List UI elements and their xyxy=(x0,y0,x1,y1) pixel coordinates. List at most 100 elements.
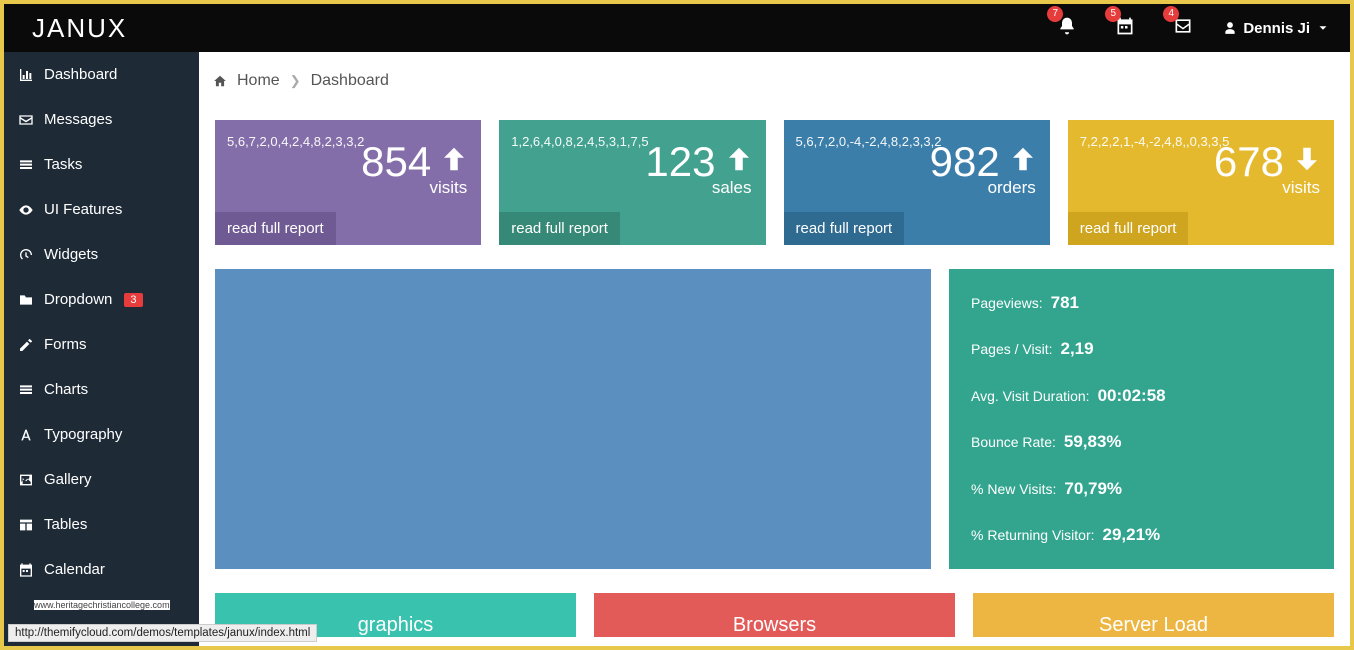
metric-line: Avg. Visit Duration: 00:02:58 xyxy=(971,386,1312,406)
sidebar-item-dropdown[interactable]: Dropdown 3 xyxy=(4,277,199,322)
bottom-card-browsers[interactable]: Browsers xyxy=(594,593,955,637)
stat-card-orders-2: 5,6,7,2,0,-4,-2,4,8,2,3,3,2 982 orders r… xyxy=(784,120,1050,245)
home-icon xyxy=(213,74,227,88)
read-report-link[interactable]: read full report xyxy=(215,212,336,245)
stat-value: 678 xyxy=(1214,138,1284,186)
sparkline-values: 7,2,2,2,1,-4,-2,4,8,,0,3,3,5 xyxy=(1080,134,1322,149)
metric-line: Pageviews: 781 xyxy=(971,293,1312,313)
inbox-badge: 4 xyxy=(1163,6,1179,22)
metric-line: % New Visits: 70,79% xyxy=(971,479,1312,499)
bottom-card-title: graphics xyxy=(358,614,434,637)
credit-text: www.heritagechristiancollege.com xyxy=(34,600,170,610)
caret-down-icon xyxy=(1316,21,1330,35)
arrow-up-icon xyxy=(1008,144,1038,179)
sidebar-item-forms[interactable]: Forms xyxy=(4,322,199,367)
dashboard-icon xyxy=(18,247,34,263)
bell-badge: 7 xyxy=(1047,6,1063,22)
arrow-up-icon xyxy=(439,144,469,179)
brand-logo[interactable]: JANUX xyxy=(4,13,155,44)
stat-row: 5,6,7,2,0,4,2,4,8,2,3,3,2 854 visits rea… xyxy=(215,120,1334,245)
sidebar-item-label: Charts xyxy=(44,381,88,398)
sidebar-item-messages[interactable]: Messages xyxy=(4,97,199,142)
stat-label: visits xyxy=(1282,178,1320,198)
metric-value: 29,21% xyxy=(1103,525,1161,545)
sidebar-item-label: Messages xyxy=(44,111,112,128)
sidebar-item-label: Forms xyxy=(44,336,87,353)
stat-card-visits-3: 7,2,2,2,1,-4,-2,4,8,,0,3,3,5 678 visits … xyxy=(1068,120,1334,245)
sidebar-item-dashboard[interactable]: Dashboard xyxy=(4,52,199,97)
sidebar-item-label: Tables xyxy=(44,516,87,533)
user-name: Dennis Ji xyxy=(1243,20,1310,37)
metric-label: Bounce Rate: xyxy=(971,434,1056,450)
sidebar-item-label: Tasks xyxy=(44,156,82,173)
arrow-up-icon xyxy=(724,144,754,179)
notifications-bell[interactable]: 7 xyxy=(1057,16,1077,41)
metric-label: Pageviews: xyxy=(971,295,1043,311)
metric-label: % New Visits: xyxy=(971,481,1056,497)
bottom-card-title: Server Load xyxy=(1099,614,1208,637)
sidebar-item-label: Dropdown xyxy=(44,291,112,308)
stat-label: orders xyxy=(988,178,1036,198)
sidebar-item-label: Dashboard xyxy=(44,66,117,83)
read-report-link[interactable]: read full report xyxy=(1068,212,1189,245)
calendar-badge: 5 xyxy=(1105,6,1121,22)
middle-row: Pageviews: 781 Pages / Visit: 2,19 Avg. Vi… xyxy=(215,269,1334,569)
sidebar-item-label: Gallery xyxy=(44,471,92,488)
breadcrumb-home[interactable]: Home xyxy=(237,72,280,90)
sidebar-item-tables[interactable]: Tables xyxy=(4,502,199,547)
list-alt-icon xyxy=(18,382,34,398)
stat-value: 854 xyxy=(361,138,431,186)
content-area: Home ❯ Dashboard 5,6,7,2,0,4,2,4,8,2,3,3… xyxy=(199,52,1350,646)
header-icon-group: 7 5 4 xyxy=(1057,16,1223,41)
edit-icon xyxy=(18,337,34,353)
stat-card-visits-0: 5,6,7,2,0,4,2,4,8,2,3,3,2 854 visits rea… xyxy=(215,120,481,245)
notifications-inbox[interactable]: 4 xyxy=(1173,16,1193,41)
metric-line: Pages / Visit: 2,19 xyxy=(971,339,1312,359)
read-report-link[interactable]: read full report xyxy=(499,212,620,245)
arrow-down-icon xyxy=(1292,144,1322,179)
bar-chart-icon xyxy=(18,67,34,83)
bottom-row: graphics Browsers Server Load xyxy=(215,593,1334,637)
metric-value: 00:02:58 xyxy=(1098,386,1166,406)
sidebar-item-label: UI Features xyxy=(44,201,122,218)
font-icon xyxy=(18,427,34,443)
sidebar-item-tasks[interactable]: Tasks xyxy=(4,142,199,187)
list-icon xyxy=(18,157,34,173)
read-report-link[interactable]: read full report xyxy=(784,212,905,245)
sparkline-values: 5,6,7,2,0,-4,-2,4,8,2,3,3,2 xyxy=(796,134,1038,149)
metric-label: Pages / Visit: xyxy=(971,341,1052,357)
image-icon xyxy=(18,472,34,488)
chevron-right-icon: ❯ xyxy=(290,73,301,89)
metric-line: % Returning Visitor: 29,21% xyxy=(971,525,1312,545)
eye-icon xyxy=(18,202,34,218)
metrics-panel: Pageviews: 781 Pages / Visit: 2,19 Avg. Vi… xyxy=(949,269,1334,569)
folder-icon xyxy=(18,292,34,308)
metric-label: % Returning Visitor: xyxy=(971,527,1094,543)
sidebar-badge: 3 xyxy=(124,293,142,307)
sidebar-item-calendar[interactable]: Calendar xyxy=(4,547,199,592)
main-chart-placeholder xyxy=(215,269,931,569)
notifications-calendar[interactable]: 5 xyxy=(1115,16,1135,41)
metric-value: 2,19 xyxy=(1060,339,1093,359)
sidebar-item-ui-features[interactable]: UI Features xyxy=(4,187,199,232)
calendar-icon xyxy=(18,562,34,578)
sidebar-item-gallery[interactable]: Gallery xyxy=(4,457,199,502)
table-icon xyxy=(18,517,34,533)
metric-label: Avg. Visit Duration: xyxy=(971,388,1090,404)
envelope-icon xyxy=(18,112,34,128)
breadcrumb-current: Dashboard xyxy=(311,72,389,90)
sidebar-item-widgets[interactable]: Widgets xyxy=(4,232,199,277)
browser-status-bar: http://themifycloud.com/demos/templates/… xyxy=(8,624,317,642)
metric-value: 781 xyxy=(1051,293,1079,313)
top-header: JANUX 7 5 4 Dennis Ji xyxy=(4,4,1350,52)
bottom-card-server-load[interactable]: Server Load xyxy=(973,593,1334,637)
sparkline-values: 1,2,6,4,0,8,2,4,5,3,1,7,5 xyxy=(511,134,753,149)
sidebar-item-typography[interactable]: Typography xyxy=(4,412,199,457)
bottom-card-title: Browsers xyxy=(733,614,816,637)
metric-line: Bounce Rate: 59,83% xyxy=(971,432,1312,452)
metric-value: 59,83% xyxy=(1064,432,1122,452)
user-menu[interactable]: Dennis Ji xyxy=(1223,20,1350,37)
sidebar-item-charts[interactable]: Charts xyxy=(4,367,199,412)
sidebar-item-label: Widgets xyxy=(44,246,98,263)
sidebar-item-label: Calendar xyxy=(44,561,105,578)
